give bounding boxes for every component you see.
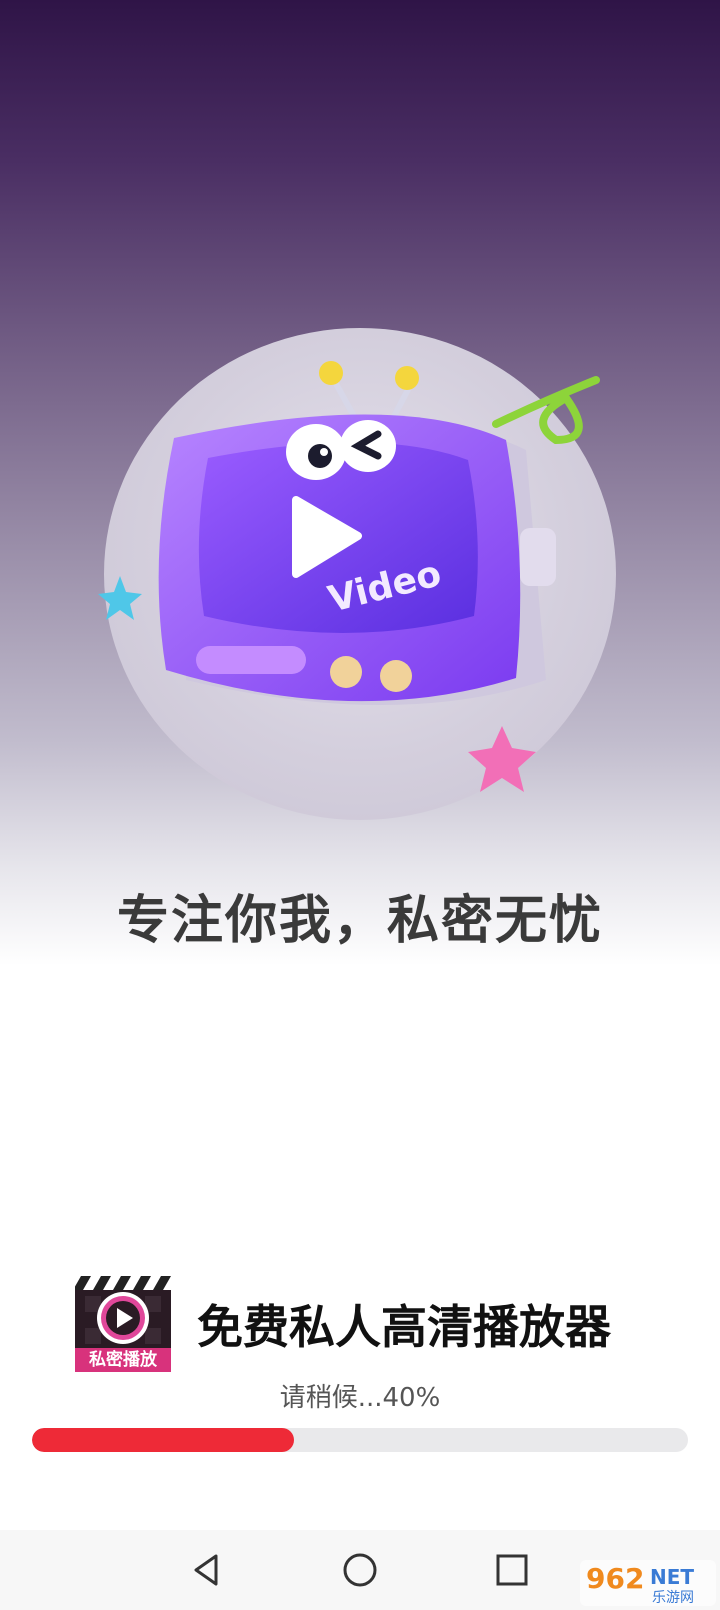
brand-row: 私密播放 免费私人高清播放器 [75, 1276, 675, 1372]
nav-back-button[interactable] [178, 1542, 234, 1598]
tv-illustration: Video [98, 361, 600, 792]
square-recents-icon [496, 1554, 528, 1586]
nav-home-button[interactable] [332, 1542, 388, 1598]
progress-fill [32, 1428, 295, 1452]
app-logo-label: 私密播放 [89, 1350, 157, 1370]
watermark-digits: 962 [586, 1562, 644, 1595]
circle-home-icon [343, 1553, 377, 1587]
watermark-suffix: NET [650, 1565, 694, 1589]
progress-bar [32, 1428, 688, 1452]
loading-text: 请稍候...40% [279, 1383, 441, 1413]
slogan-text: 专注你我，私密无忧 [116, 890, 603, 951]
app-logo: 私密播放 [75, 1276, 171, 1372]
site-watermark: 962 NET 乐游网 [580, 1560, 716, 1606]
nav-recents-button[interactable] [484, 1542, 540, 1598]
watermark-subtitle: 乐游网 [652, 1590, 694, 1606]
triangle-back-icon [194, 1554, 218, 1586]
app-name: 免费私人高清播放器 [197, 1300, 611, 1354]
